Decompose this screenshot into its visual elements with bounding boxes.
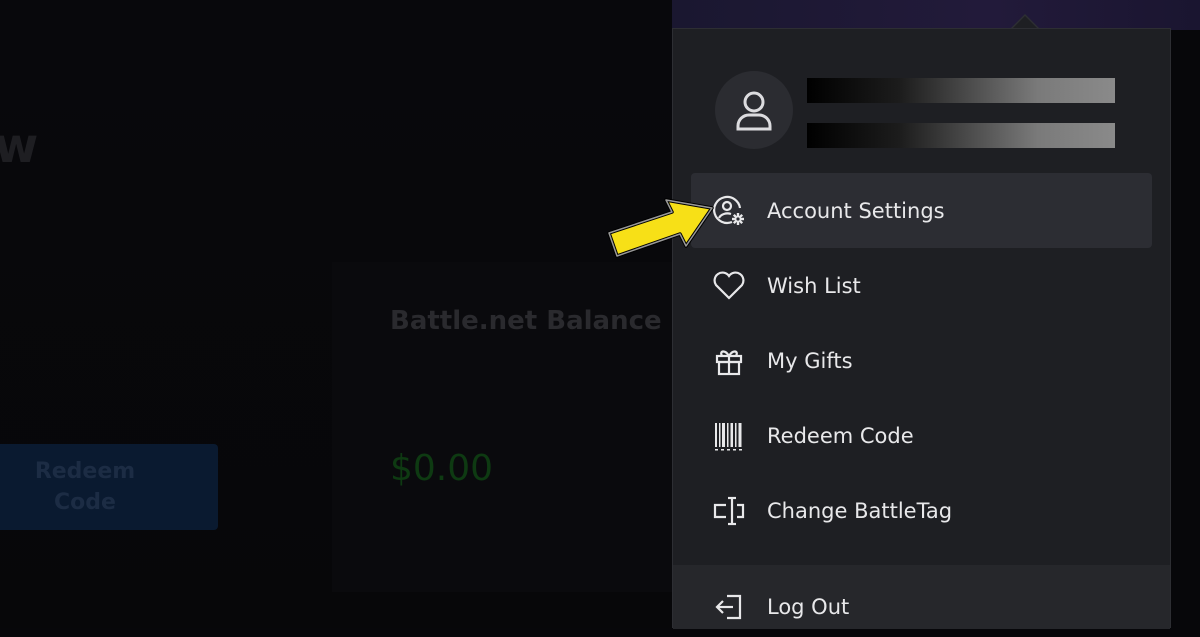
barcode-icon bbox=[709, 416, 749, 456]
menu-footer: Log Out bbox=[673, 565, 1170, 629]
gift-icon bbox=[709, 341, 749, 381]
menu-item-change-battletag[interactable]: Change BattleTag bbox=[691, 473, 1152, 548]
background-redeem-code-button[interactable]: Redeem Code bbox=[0, 444, 218, 530]
battletag-icon bbox=[709, 491, 749, 531]
background-heading: w bbox=[0, 118, 38, 174]
redacted-email bbox=[807, 123, 1115, 148]
menu-item-label: Wish List bbox=[767, 273, 861, 298]
redeem-button-line1: Redeem bbox=[34, 459, 136, 484]
menu-item-account-settings[interactable]: Account Settings bbox=[691, 173, 1152, 248]
avatar bbox=[715, 71, 793, 149]
menu-item-label: Account Settings bbox=[767, 198, 945, 223]
redacted-username bbox=[807, 78, 1115, 103]
header-glow bbox=[672, 0, 1200, 30]
menu-item-redeem-code[interactable]: Redeem Code bbox=[691, 398, 1152, 473]
user-icon bbox=[736, 91, 772, 131]
balance-amount: $0.00 bbox=[390, 448, 494, 489]
account-dropdown-menu: Account Settings Wish List My Gifts Rede… bbox=[672, 28, 1171, 629]
logout-label: Log Out bbox=[767, 595, 850, 619]
menu-item-label: My Gifts bbox=[767, 348, 853, 373]
annotation-arrow-icon bbox=[607, 198, 714, 258]
menu-item-label: Change BattleTag bbox=[767, 498, 953, 523]
menu-item-my-gifts[interactable]: My Gifts bbox=[691, 323, 1152, 398]
redeem-button-line2: Code bbox=[54, 490, 116, 515]
menu-item-wish-list[interactable]: Wish List bbox=[691, 248, 1152, 323]
balance-card-title: Battle.net Balance bbox=[390, 306, 662, 336]
logout-icon bbox=[709, 587, 749, 627]
menu-item-label: Redeem Code bbox=[767, 423, 914, 448]
logout-button[interactable]: Log Out bbox=[691, 577, 849, 637]
